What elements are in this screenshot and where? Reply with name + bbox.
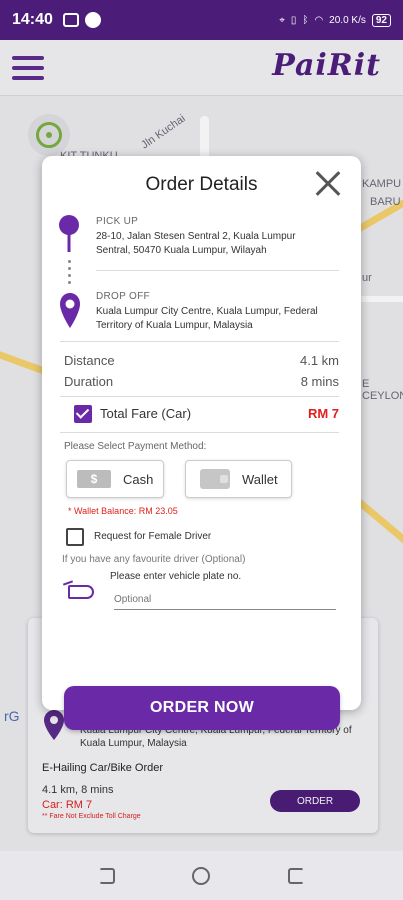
distance-value: 4.1 km <box>299 353 339 368</box>
home-icon[interactable] <box>192 866 211 885</box>
distance-label: Distance <box>64 353 115 368</box>
total-fare-value: RM 7 <box>307 406 339 421</box>
distance-row: Distance 4.1 km <box>64 353 339 368</box>
cash-label: Cash <box>123 471 154 487</box>
pickup-pin-icon <box>59 215 79 252</box>
dropoff-address: Kuala Lumpur City Centre, Kuala Lumpur, … <box>96 306 318 331</box>
app-bar: PaiRit <box>0 40 403 96</box>
network-speed: 20.0 K/s <box>329 14 366 26</box>
divider <box>60 341 339 342</box>
wallet-balance: * Wallet Balance: RM 23.05 <box>68 506 178 516</box>
menu-icon[interactable] <box>12 56 44 80</box>
status-time: 14:40 <box>12 11 53 28</box>
divider <box>60 396 339 397</box>
wallet-icon <box>200 469 230 489</box>
duration-row: Duration 8 mins <box>64 374 339 389</box>
tag-icon <box>68 585 94 599</box>
pickup-address: 28-10, Jalan Stesen Sentral 2, Kuala Lum… <box>96 231 296 256</box>
app-logo: PaiRit <box>272 48 381 83</box>
location-icon: ⌖ <box>279 14 285 26</box>
dropoff-pin-icon <box>60 293 80 328</box>
back-icon[interactable] <box>288 867 305 884</box>
vibrate-icon: ▯ <box>290 14 297 26</box>
status-icons: ⌖ ▯ ᛒ ◠ 20.0 K/s 92 <box>279 13 391 27</box>
wallet-label: Wallet <box>242 471 278 487</box>
total-fare-label: Total Fare (Car) <box>100 406 192 421</box>
divider <box>96 270 339 271</box>
order-details-dialog: Order Details PICK UP 28-10, Jalan Stese… <box>42 156 361 710</box>
wallet-payment-button[interactable]: Wallet <box>185 460 292 498</box>
bluetooth-icon: ᛒ <box>302 14 309 26</box>
close-icon[interactable] <box>315 170 341 196</box>
duration-label: Duration <box>64 374 114 389</box>
wifi-icon: ◠ <box>314 14 324 26</box>
system-nav-bar <box>0 851 403 900</box>
favourite-driver-label: If you have any favourite driver (Option… <box>62 554 246 565</box>
cash-icon: $ <box>77 470 111 488</box>
plate-number-input[interactable] <box>114 590 336 610</box>
plate-hint: Please enter vehicle plate no. <box>110 571 242 582</box>
recent-apps-icon[interactable] <box>98 867 115 884</box>
dialog-title: Order Details <box>145 174 258 195</box>
total-fare-checkbox[interactable] <box>74 405 92 423</box>
status-bar: 14:40 ⌖ ▯ ᛒ ◠ 20.0 K/s 92 <box>0 0 403 40</box>
duration-value: 8 mins <box>300 374 339 389</box>
order-now-button[interactable]: ORDER NOW <box>64 686 340 730</box>
cash-payment-button[interactable]: $ Cash <box>66 460 164 498</box>
female-driver-label: Request for Female Driver <box>94 531 212 542</box>
route-dots <box>68 260 71 288</box>
pickup-label: PICK UP <box>96 216 139 227</box>
message-icon <box>62 13 79 27</box>
app-notification-icon <box>84 12 101 28</box>
divider <box>60 432 339 433</box>
battery-icon: 92 <box>371 13 391 27</box>
dropoff-label: DROP OFF <box>96 291 150 302</box>
payment-method-title: Please Select Payment Method: <box>64 441 207 452</box>
female-driver-checkbox[interactable] <box>66 528 84 546</box>
